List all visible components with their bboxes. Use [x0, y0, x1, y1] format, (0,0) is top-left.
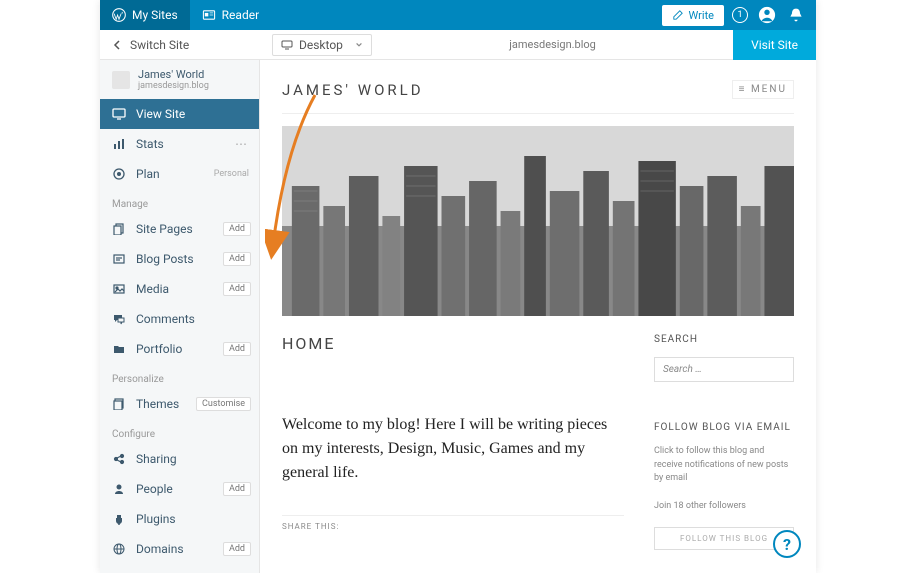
nav-sharing[interactable]: Sharing — [100, 444, 259, 474]
plan-tag: Personal — [214, 169, 249, 179]
reader-tab[interactable]: Reader — [190, 0, 271, 30]
nav-plugins[interactable]: Plugins — [100, 504, 259, 534]
plan-icon — [112, 168, 126, 180]
search-heading: SEARCH — [654, 334, 794, 345]
preview-url: jamesdesign.blog — [372, 38, 733, 51]
chevron-down-icon — [355, 41, 363, 49]
more-icon[interactable]: ⋯ — [235, 137, 247, 151]
nav-label: Plugins — [136, 512, 176, 526]
pages-icon — [112, 223, 126, 235]
add-page-button[interactable]: Add — [223, 222, 251, 236]
chevron-left-icon — [112, 40, 122, 50]
section-manage: Manage — [100, 189, 259, 214]
cityscape-image — [282, 126, 794, 316]
nav-people[interactable]: People Add — [100, 474, 259, 504]
page-heading: HOME — [282, 334, 624, 353]
reader-label: Reader — [222, 8, 259, 22]
current-site[interactable]: James' World jamesdesign.blog — [100, 60, 259, 99]
nav-settings[interactable]: Settings — [100, 564, 259, 573]
nav-media[interactable]: Media Add — [100, 274, 259, 304]
follow-description: Click to follow this blog and receive no… — [654, 445, 794, 486]
nav-domains[interactable]: Domains Add — [100, 534, 259, 564]
media-icon — [112, 283, 126, 295]
section-personalize: Personalize — [100, 364, 259, 389]
visit-site-label: Visit Site — [751, 38, 798, 52]
share-label: SHARE THIS: — [282, 515, 624, 531]
nav-label: People — [136, 482, 173, 496]
nav-label: Themes — [136, 397, 179, 411]
write-label: Write — [689, 9, 714, 22]
monitor-icon — [112, 108, 126, 120]
add-people-button[interactable]: Add — [223, 482, 251, 496]
reader-icon — [202, 8, 216, 22]
nav-portfolio[interactable]: Portfolio Add — [100, 334, 259, 364]
profile-icon[interactable] — [758, 6, 776, 24]
search-input[interactable]: Search … — [654, 357, 794, 382]
bell-icon[interactable] — [788, 7, 804, 23]
nav-label: Media — [136, 282, 169, 296]
add-post-button[interactable]: Add — [223, 252, 251, 266]
nav-label: Comments — [136, 312, 195, 326]
share-icon — [112, 453, 126, 465]
person-icon — [112, 483, 126, 495]
nav-comments[interactable]: Comments — [100, 304, 259, 334]
add-media-button[interactable]: Add — [223, 282, 251, 296]
blog-menu-button[interactable]: ≡ MENU — [732, 80, 794, 99]
nav-label: Site Pages — [136, 222, 193, 236]
notification-count[interactable]: 1 — [732, 7, 748, 23]
nav-label: Sharing — [136, 452, 177, 466]
posts-icon — [112, 253, 126, 265]
nav-label: Domains — [136, 542, 184, 556]
plugin-icon — [112, 513, 126, 525]
preview-header: Switch Site Desktop jamesdesign.blog Vis… — [100, 30, 816, 60]
nav-blog-posts[interactable]: Blog Posts Add — [100, 244, 259, 274]
hero-image — [282, 126, 794, 316]
nav-label: Plan — [136, 167, 160, 181]
wordpress-icon — [112, 8, 126, 22]
my-sites-label: My Sites — [132, 8, 178, 22]
comments-icon — [112, 313, 126, 325]
follow-heading: FOLLOW BLOG VIA EMAIL — [654, 422, 794, 433]
nav-label: View Site — [136, 107, 185, 121]
write-icon — [672, 9, 684, 21]
customise-button[interactable]: Customise — [196, 397, 251, 411]
nav-plan[interactable]: Plan Personal — [100, 159, 259, 189]
desktop-icon — [281, 40, 293, 50]
blog-title[interactable]: JAMES' WORLD — [282, 81, 424, 99]
write-button[interactable]: Write — [662, 5, 724, 26]
add-portfolio-button[interactable]: Add — [223, 342, 251, 356]
device-selector[interactable]: Desktop — [272, 34, 372, 56]
folder-icon — [112, 343, 126, 355]
visit-site-button[interactable]: Visit Site — [733, 30, 816, 60]
site-name: James' World — [138, 68, 209, 81]
nav-label: Stats — [136, 137, 164, 151]
welcome-text: Welcome to my blog! Here I will be writi… — [282, 413, 624, 485]
add-domain-button[interactable]: Add — [223, 542, 251, 556]
nav-stats[interactable]: Stats ⋯ — [100, 129, 259, 159]
switch-site-label: Switch Site — [130, 38, 189, 52]
admin-topbar: My Sites Reader Write 1 — [100, 0, 816, 30]
themes-icon — [112, 398, 126, 410]
site-preview: JAMES' WORLD ≡ MENU — [260, 60, 816, 573]
switch-site-button[interactable]: Switch Site — [100, 38, 260, 52]
nav-view-site[interactable]: View Site — [100, 99, 259, 129]
followers-count: Join 18 other followers — [654, 500, 794, 514]
divider — [282, 113, 794, 114]
nav-site-pages[interactable]: Site Pages Add — [100, 214, 259, 244]
help-button[interactable]: ? — [773, 530, 801, 558]
section-configure: Configure — [100, 419, 259, 444]
globe-icon — [112, 543, 126, 555]
site-url: jamesdesign.blog — [138, 81, 209, 91]
my-sites-tab[interactable]: My Sites — [100, 0, 190, 30]
nav-themes[interactable]: Themes Customise — [100, 389, 259, 419]
stats-icon — [112, 138, 126, 150]
site-avatar-icon — [112, 71, 130, 89]
device-label: Desktop — [299, 38, 343, 52]
admin-sidebar: James' World jamesdesign.blog View Site … — [100, 60, 260, 573]
nav-label: Portfolio — [136, 342, 182, 356]
nav-label: Blog Posts — [136, 252, 194, 266]
